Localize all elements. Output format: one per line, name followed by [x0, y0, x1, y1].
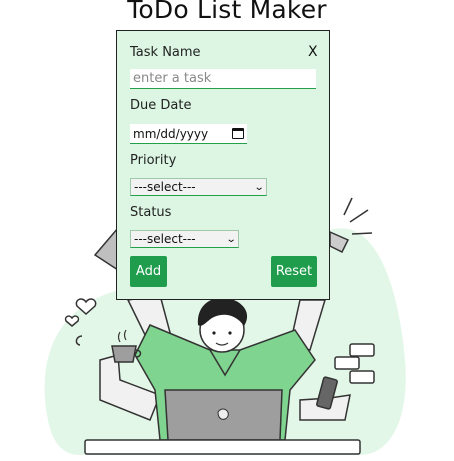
status-label: Status	[130, 205, 172, 220]
due-date-input[interactable]: mm/dd/yyyy	[130, 124, 247, 144]
status-select[interactable]: ---select--- ⌄	[130, 230, 239, 248]
priority-label: Priority	[130, 153, 177, 168]
status-selected-value: ---select---	[134, 232, 196, 246]
priority-select[interactable]: ---select--- ⌄	[130, 178, 267, 196]
task-form-modal: Task Name X enter a task Due Date mm/dd/…	[116, 30, 330, 300]
desk	[84, 439, 361, 455]
task-name-placeholder: enter a task	[133, 71, 212, 86]
due-date-placeholder: mm/dd/yyyy	[133, 126, 209, 141]
task-name-input[interactable]: enter a task	[130, 69, 316, 89]
reset-button[interactable]: Reset	[271, 256, 317, 287]
chevron-down-icon: ⌄	[225, 233, 237, 245]
add-button[interactable]: Add	[130, 256, 167, 287]
chevron-down-icon: ⌄	[253, 181, 265, 193]
tablet-icon	[93, 225, 119, 272]
task-name-label: Task Name	[130, 45, 201, 60]
coffee-cup-icon	[111, 345, 137, 363]
close-button[interactable]: X	[308, 44, 318, 60]
calendar-icon[interactable]	[232, 128, 244, 139]
due-date-label: Due Date	[130, 98, 192, 113]
chat-bubble-icon	[349, 343, 375, 357]
priority-selected-value: ---select---	[134, 180, 196, 194]
app-title: ToDo List Maker	[127, 0, 327, 24]
